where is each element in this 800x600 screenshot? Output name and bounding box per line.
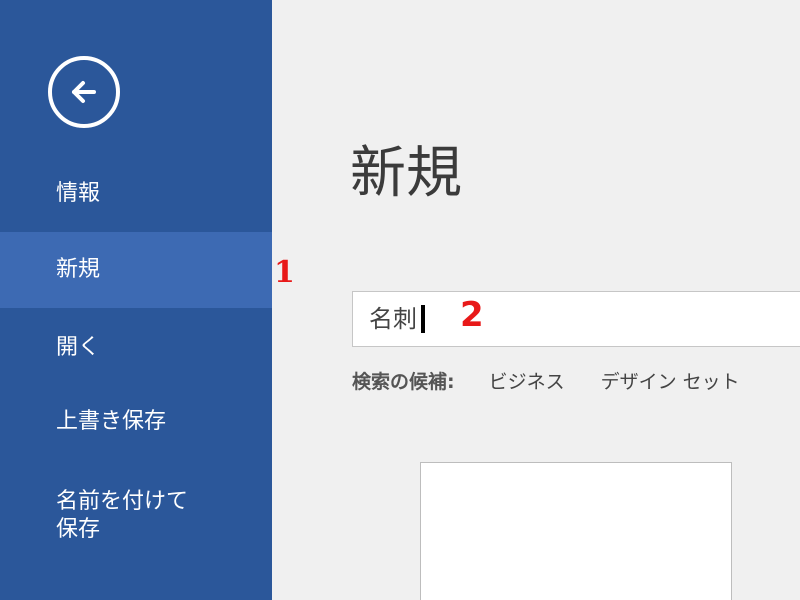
sidebar-item-open[interactable]: 開く [0,326,272,370]
template-thumbnail[interactable] [420,462,732,600]
sidebar-item-label: 新規 [56,257,101,282]
sidebar-item-label: 名前を付けて 保存 [56,489,189,542]
back-arrow-icon [72,81,96,103]
suggestion-design-set[interactable]: デザイン セット [601,368,740,396]
text-cursor [421,305,425,333]
back-button[interactable] [48,56,120,128]
sidebar-item-label: 開く [56,335,101,360]
sidebar-item-save[interactable]: 上書き保存 [0,400,272,444]
sidebar-item-label: 上書き保存 [56,409,167,434]
page-title: 新規 [350,141,462,206]
template-search-input[interactable]: 名刺 [352,291,800,347]
search-suggestions: 検索の候補: ビジネス デザイン セット [352,368,776,396]
sidebar-item-save-as[interactable]: 名前を付けて 保存 [0,480,272,552]
sidebar-item-label: 情報 [56,181,101,206]
search-input-value: 名刺 [369,305,417,333]
backstage-sidebar: 情報 新規 開く 上書き保存 名前を付けて 保存 [0,0,272,600]
step-1-annotation: 1 [274,255,295,290]
sidebar-item-new[interactable]: 新規 [0,232,272,308]
sidebar-item-info[interactable]: 情報 [0,172,272,216]
suggestions-label: 検索の候補: [352,371,455,393]
suggestion-business[interactable]: ビジネス [489,368,565,396]
step-2-annotation: 2 [460,295,484,335]
